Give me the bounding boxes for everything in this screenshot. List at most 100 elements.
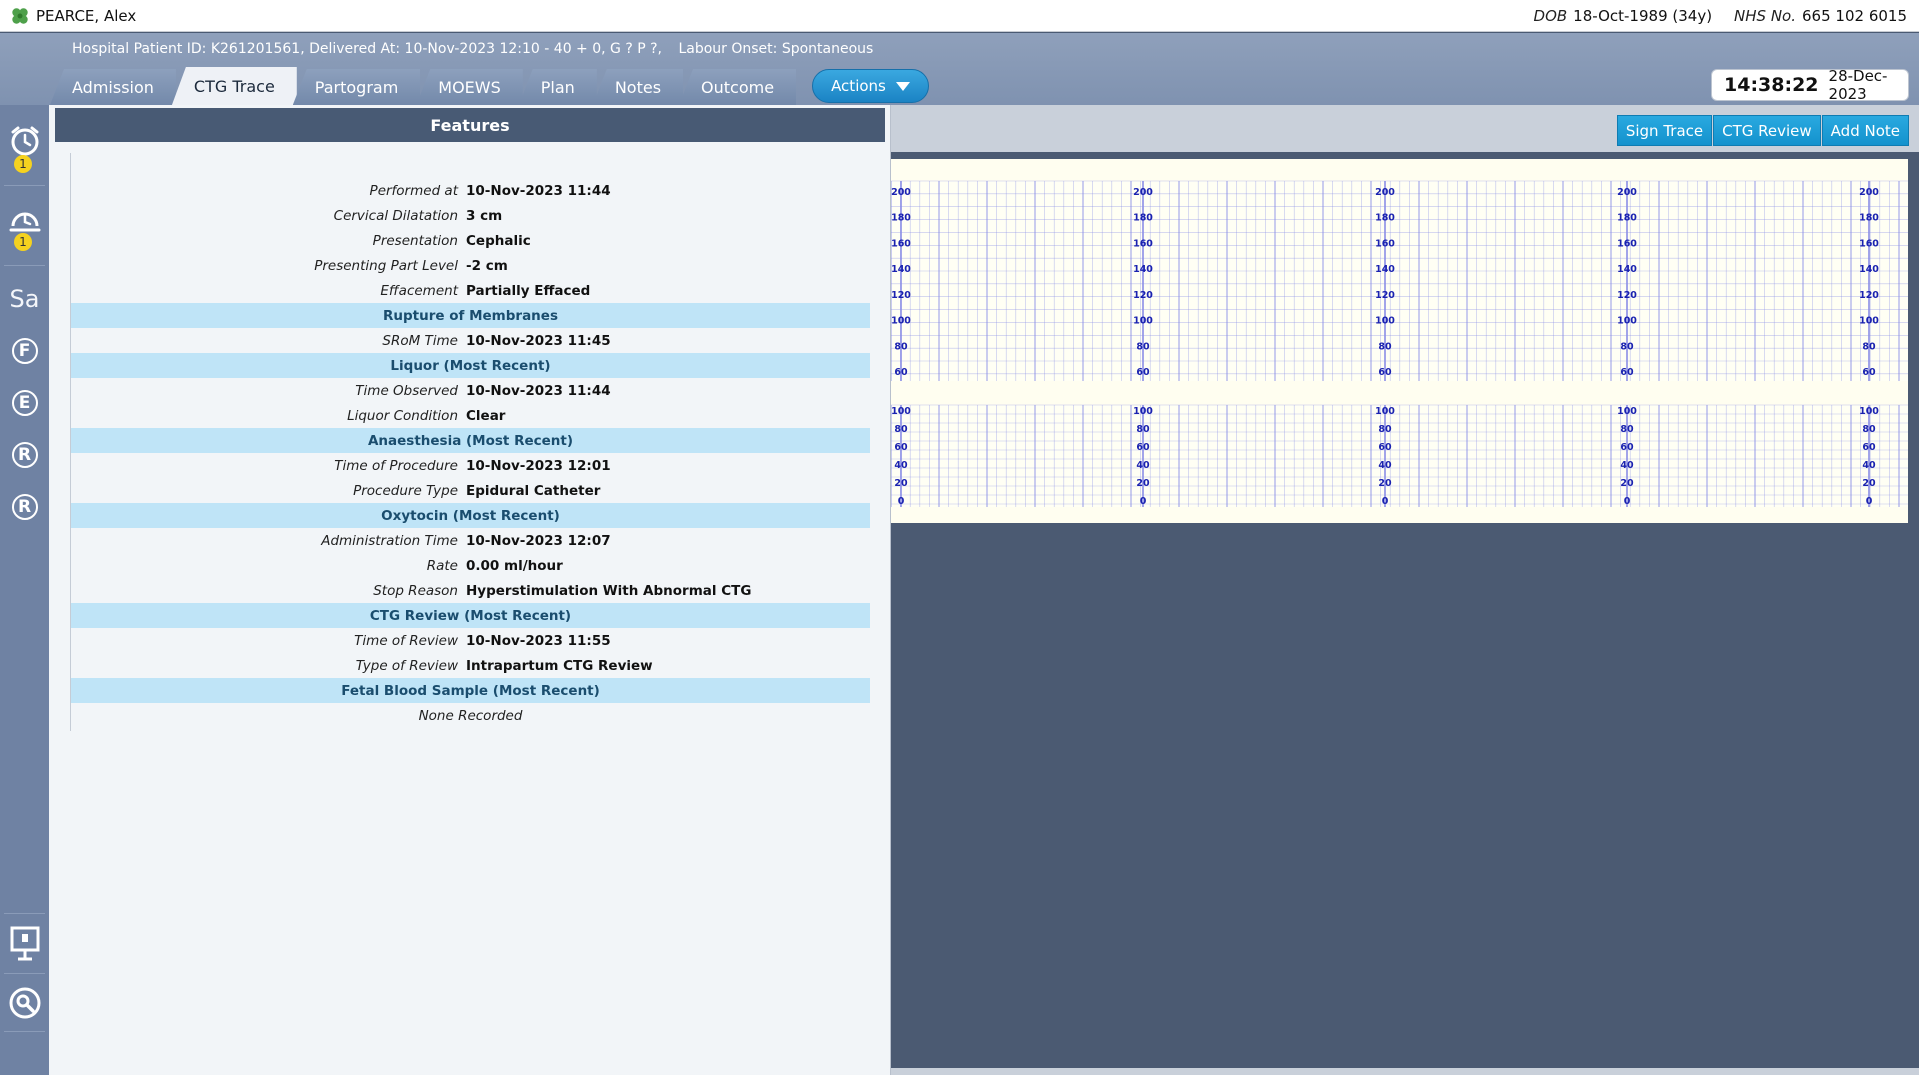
axis-tick-label: 200 [891, 187, 911, 198]
axis-tick-label: 200 [1617, 187, 1637, 198]
patient-banner: PEARCE, Alex DOB 18-Oct-1989 (34y) NHS N… [0, 0, 1919, 32]
tab-outcome[interactable]: Outcome [679, 69, 797, 105]
sign-trace-button[interactable]: Sign Trace [1616, 115, 1713, 146]
axis-tick-label: 180 [1375, 213, 1395, 224]
actions-dropdown-button[interactable]: Actions [812, 69, 929, 103]
record-header: Hospital Patient ID: K261201561, Deliver… [0, 33, 1919, 105]
presentation-button[interactable] [0, 917, 49, 971]
examination-rows: Performed at 10-Nov-2023 11:44 Cervical Di… [71, 178, 870, 303]
tab-ctg-trace[interactable]: CTG Trace [171, 67, 297, 105]
alarm-count-badge: 1 [14, 155, 32, 173]
feature-value: Hyperstimulation With Abnormal CTG [466, 582, 752, 599]
sidebar-item-sa[interactable]: Sa [0, 277, 49, 321]
axis-tick-label: 0 [1866, 496, 1873, 507]
feature-row: Performed at 10-Nov-2023 11:44 [71, 178, 870, 203]
axis-tick-label: 80 [894, 341, 908, 352]
axis-tick-label: 100 [1617, 316, 1637, 327]
section-liquor: Liquor (Most Recent) [71, 353, 870, 378]
presentation-icon [10, 926, 39, 961]
axis-tick-label: 60 [1378, 442, 1392, 453]
axis-tick-label: 120 [1617, 290, 1637, 301]
feature-label: Liquor Condition [347, 407, 458, 424]
tab-partogram[interactable]: Partogram [292, 69, 421, 105]
feature-row: Time Observed 10-Nov-2023 11:44 [71, 378, 870, 403]
axis-tick-label: 80 [1862, 424, 1876, 435]
tab-admission[interactable]: Admission [50, 69, 176, 105]
feature-value: Cephalic [466, 232, 531, 249]
axis-tick-label: 120 [1375, 290, 1395, 301]
actions-label: Actions [831, 77, 886, 95]
axis-tick-label: 40 [1862, 460, 1876, 471]
left-sidebar: 1 1 Sa F E R R [0, 105, 49, 1075]
feature-label: Performed at [369, 182, 458, 199]
ctg-review-button[interactable]: CTG Review [1713, 115, 1821, 146]
sidebar-divider [4, 185, 45, 186]
axis-tick-label: 0 [1624, 496, 1631, 507]
sidebar-item-e[interactable]: E [0, 381, 49, 425]
feature-value: Partially Effaced [466, 282, 591, 299]
trace-toolbar: Sign Trace CTG Review Add Note [891, 105, 1919, 152]
bottom-strip [891, 1068, 1919, 1075]
add-note-button[interactable]: Add Note [1821, 115, 1909, 146]
feature-label: SRoM Time [382, 332, 458, 349]
axis-tick-label: 180 [891, 213, 911, 224]
tab-plan[interactable]: Plan [518, 69, 597, 105]
snooze-button[interactable]: 1 [0, 197, 49, 251]
feature-label: Presentation [372, 232, 458, 249]
feature-label: Rate [426, 557, 458, 574]
sidebar-r-label: R [11, 494, 38, 520]
axis-tick-label: 160 [1617, 238, 1637, 249]
feature-value: 0.00 ml/hour [466, 557, 563, 574]
axis-tick-label: 20 [1862, 478, 1876, 489]
feature-label: Effacement [380, 282, 458, 299]
tab-moews[interactable]: MOEWS [416, 69, 523, 105]
axis-tick-label: 180 [1133, 213, 1153, 224]
axis-tick-label: 200 [1375, 187, 1395, 198]
feature-value: 10-Nov-2023 11:44 [466, 182, 611, 199]
caret-down-icon [895, 81, 910, 91]
axis-tick-label: 60 [1862, 442, 1876, 453]
sidebar-f-label: F [11, 338, 38, 364]
axis-tick-label: 100 [1133, 316, 1153, 327]
sidebar-divider [4, 973, 45, 974]
sidebar-divider [4, 265, 45, 266]
axis-tick-label: 80 [1378, 341, 1392, 352]
axis-tick-label: 140 [891, 264, 911, 275]
axis-tick-label: 60 [1136, 442, 1150, 453]
alarm-button[interactable]: 1 [0, 119, 49, 173]
delivery-info-line: Hospital Patient ID: K261201561, Deliver… [72, 41, 885, 57]
snooze-count-badge: 1 [14, 233, 32, 251]
tab-notes[interactable]: Notes [592, 69, 684, 105]
sidebar-e-label: E [11, 390, 38, 416]
nhs-number-label: NHS No. [1734, 7, 1797, 25]
axis-tick-label: 80 [1620, 341, 1634, 352]
section-rupture-of-membranes: Rupture of Membranes [71, 303, 870, 328]
feature-value: Epidural Catheter [466, 482, 601, 499]
search-button[interactable] [0, 977, 49, 1029]
section-anaesthesia: Anaesthesia (Most Recent) [71, 428, 870, 453]
feature-value: 10-Nov-2023 11:55 [466, 632, 611, 649]
sidebar-item-r-first[interactable]: R [0, 433, 49, 477]
axis-tick-label: 60 [1136, 367, 1150, 378]
labour-onset-info: Labour Onset: Spontaneous [678, 41, 874, 57]
axis-tick-label: 20 [1620, 478, 1634, 489]
feature-label: Type of Review [355, 657, 458, 674]
ctg-review-rows: Time of Review 10-Nov-2023 11:55 Type of R… [71, 628, 870, 678]
axis-tick-label: 160 [1375, 238, 1395, 249]
sidebar-item-r-second[interactable]: R [0, 485, 49, 529]
feature-row: Presenting Part Level -2 cm [71, 253, 870, 278]
feature-value: 10-Nov-2023 12:01 [466, 457, 611, 474]
axis-tick-label: 180 [1617, 213, 1637, 224]
feature-row: Rate 0.00 ml/hour [71, 553, 870, 578]
ctg-trace-paper[interactable]: 200 180 160 140 120 100 80 60 100 80 60 40 20 0 200 180… [891, 159, 1908, 523]
axis-tick-label: 140 [1375, 264, 1395, 275]
feature-value: 10-Nov-2023 11:45 [466, 332, 611, 349]
feature-row: Stop Reason Hyperstimulation With Abnorma… [71, 578, 870, 603]
axis-tick-label: 100 [1375, 406, 1395, 417]
trace-button-group: Sign Trace CTG Review Add Note [1616, 115, 1909, 146]
axis-tick-label: 100 [1859, 406, 1879, 417]
features-title: Features [55, 108, 885, 142]
feature-value: 10-Nov-2023 11:44 [466, 382, 611, 399]
alarm-clock-icon [11, 126, 38, 156]
sidebar-item-f[interactable]: F [0, 329, 49, 373]
